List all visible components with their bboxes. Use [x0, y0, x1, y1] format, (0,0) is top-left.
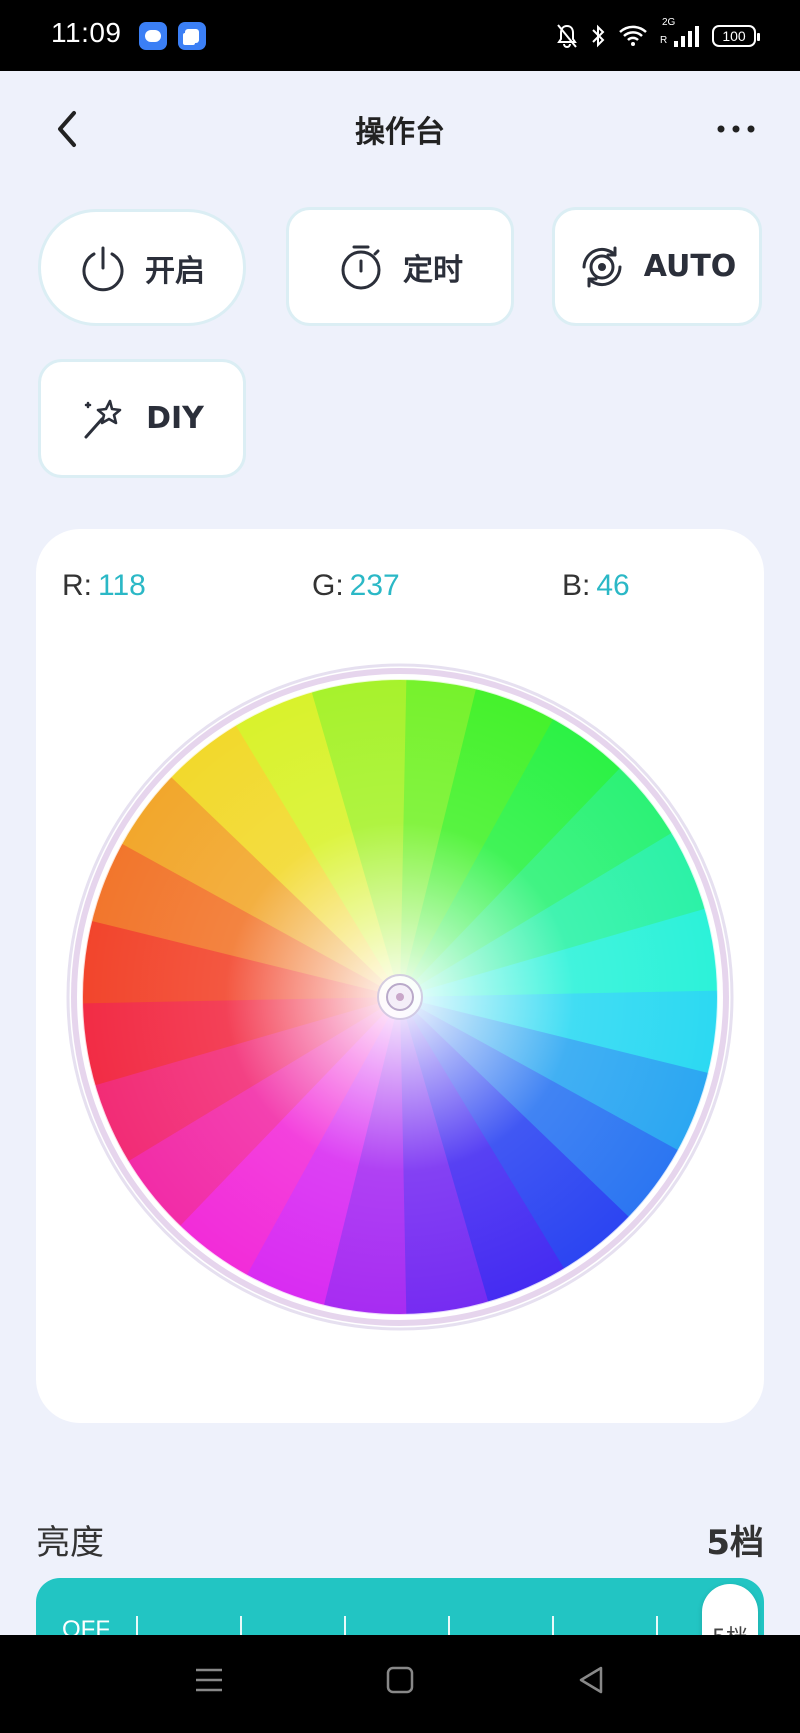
battery-indicator: 100 [712, 25, 760, 47]
app-notification-icon [139, 22, 167, 50]
wifi-icon [619, 25, 647, 46]
red-value: R: 118 [62, 569, 146, 603]
power-button-label: 开启 [145, 253, 205, 289]
cellular-signal-icon: 2G R [660, 17, 700, 51]
blue-label: B: [562, 569, 591, 602]
red-label: R: [62, 569, 92, 602]
green-value: G: 237 [312, 569, 400, 603]
diy-button-label: DIY [146, 401, 204, 436]
menu-icon[interactable] [194, 1665, 224, 1695]
status-icons: 2G R 100 [556, 16, 760, 56]
back-nav-icon[interactable] [576, 1665, 606, 1695]
brightness-value: 5档 [706, 1523, 764, 1563]
status-bar: 11:09 2G R 100 [0, 0, 800, 71]
auto-button-label: AUTO [643, 249, 737, 284]
system-navigation-bar [0, 1635, 800, 1733]
more-options-icon[interactable] [716, 123, 756, 135]
color-picker-handle[interactable] [377, 974, 423, 1020]
power-icon [82, 246, 124, 291]
mute-bell-icon [557, 24, 577, 48]
stopwatch-icon [341, 245, 381, 289]
color-picker-panel: R: 118 G: 237 B: 46 [36, 529, 764, 1423]
blue-value: B: 46 [562, 569, 630, 603]
top-app-bar: 操作台 [0, 71, 800, 186]
auto-button[interactable]: AUTO [552, 207, 762, 326]
app-notification-icon-2 [178, 22, 206, 50]
roaming-indicator: R [660, 35, 668, 46]
red-number: 118 [98, 569, 146, 602]
bluetooth-icon [592, 24, 605, 48]
color-wheel[interactable] [66, 663, 734, 1331]
status-time: 11:09 [51, 17, 122, 48]
rotate-eye-icon [582, 246, 622, 287]
blue-number: 46 [596, 569, 630, 602]
brightness-label: 亮度 [36, 1523, 104, 1563]
green-label: G: [312, 569, 344, 602]
timer-button[interactable]: 定时 [286, 207, 514, 326]
home-icon[interactable] [385, 1665, 415, 1695]
magic-wand-icon [84, 399, 122, 438]
green-number: 237 [349, 569, 400, 602]
page-title: 操作台 [355, 115, 445, 150]
diy-button[interactable]: DIY [38, 359, 246, 478]
power-button[interactable]: 开启 [38, 209, 246, 326]
timer-button-label: 定时 [403, 252, 463, 288]
